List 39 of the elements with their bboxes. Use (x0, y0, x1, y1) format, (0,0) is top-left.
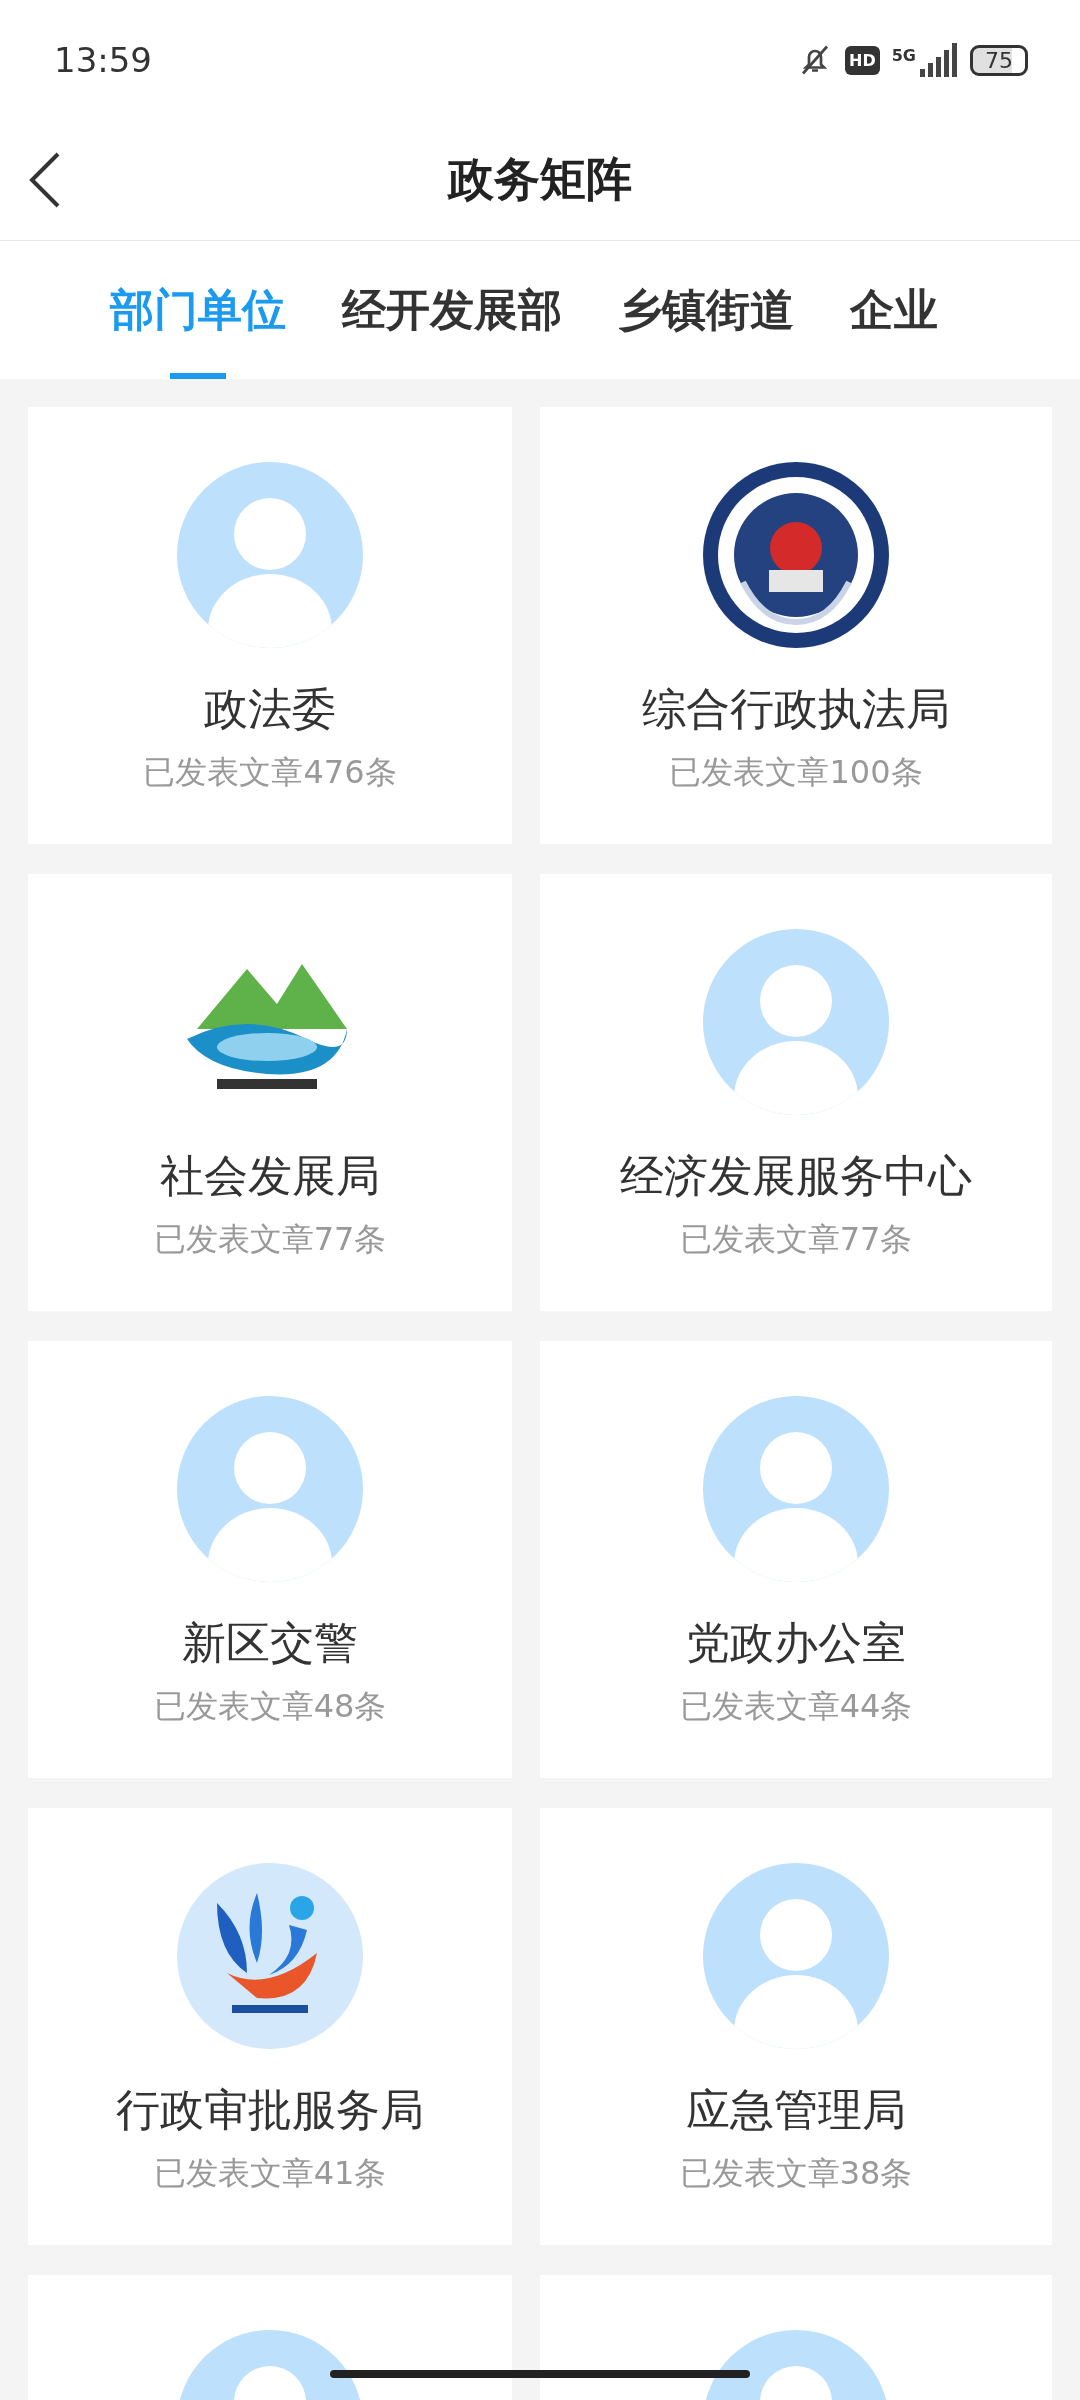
department-card[interactable]: 社会发展局 已发表文章77条 (28, 874, 512, 1311)
department-name: 综合行政执法局 (642, 682, 950, 736)
article-count: 已发表文章77条 (153, 1219, 387, 1260)
department-card[interactable]: 行政审批服务局 已发表文章41条 (28, 1808, 512, 2245)
battery-indicator: 75 (970, 44, 1028, 76)
department-name: 社会发展局 (160, 1149, 380, 1203)
status-time: 13:59 (54, 40, 152, 80)
hd-badge: HD (845, 45, 880, 75)
department-name: 行政审批服务局 (116, 2083, 424, 2137)
department-card[interactable]: 经济发展服务中心 已发表文章77条 (540, 874, 1052, 1311)
department-card[interactable]: 应急管理局 已发表文章38条 (540, 1808, 1052, 2245)
article-count: 已发表文章77条 (679, 1219, 913, 1260)
tab[interactable]: 乡镇街道 (618, 241, 794, 379)
avatar-icon (177, 462, 363, 648)
department-card[interactable]: 政法委 已发表文章476条 (28, 407, 512, 844)
department-name: 新区交警 (182, 1616, 358, 1670)
department-card[interactable]: 新区交警 已发表文章48条 (28, 1341, 512, 1778)
avatar-icon (177, 1396, 363, 1582)
department-card[interactable]: 综合行政执法局 已发表文章100条 (540, 407, 1052, 844)
article-count: 已发表文章38条 (679, 2153, 913, 2194)
article-count: 已发表文章48条 (153, 1686, 387, 1727)
department-card[interactable]: 党政办公室 已发表文章44条 (540, 1341, 1052, 1778)
tab[interactable]: 经开发展部 (342, 241, 562, 379)
avatar-icon (703, 929, 889, 1115)
department-name: 政法委 (204, 682, 336, 736)
department-name: 经济发展服务中心 (620, 1149, 972, 1203)
avatar-icon (703, 1396, 889, 1582)
signal-icon (918, 43, 958, 77)
department-name: 应急管理局 (686, 2083, 906, 2137)
avatar-icon (703, 1863, 889, 2049)
article-count: 已发表文章41条 (153, 2153, 387, 2194)
article-count: 已发表文章100条 (669, 752, 923, 793)
back-icon[interactable] (28, 151, 62, 209)
page-title: 政务矩阵 (448, 151, 632, 208)
network-label: 5G (891, 46, 916, 65)
article-count: 已发表文章476条 (143, 752, 397, 793)
tab[interactable]: 企业 (850, 241, 938, 379)
department-name: 党政办公室 (686, 1616, 906, 1670)
article-count: 已发表文章44条 (679, 1686, 913, 1727)
